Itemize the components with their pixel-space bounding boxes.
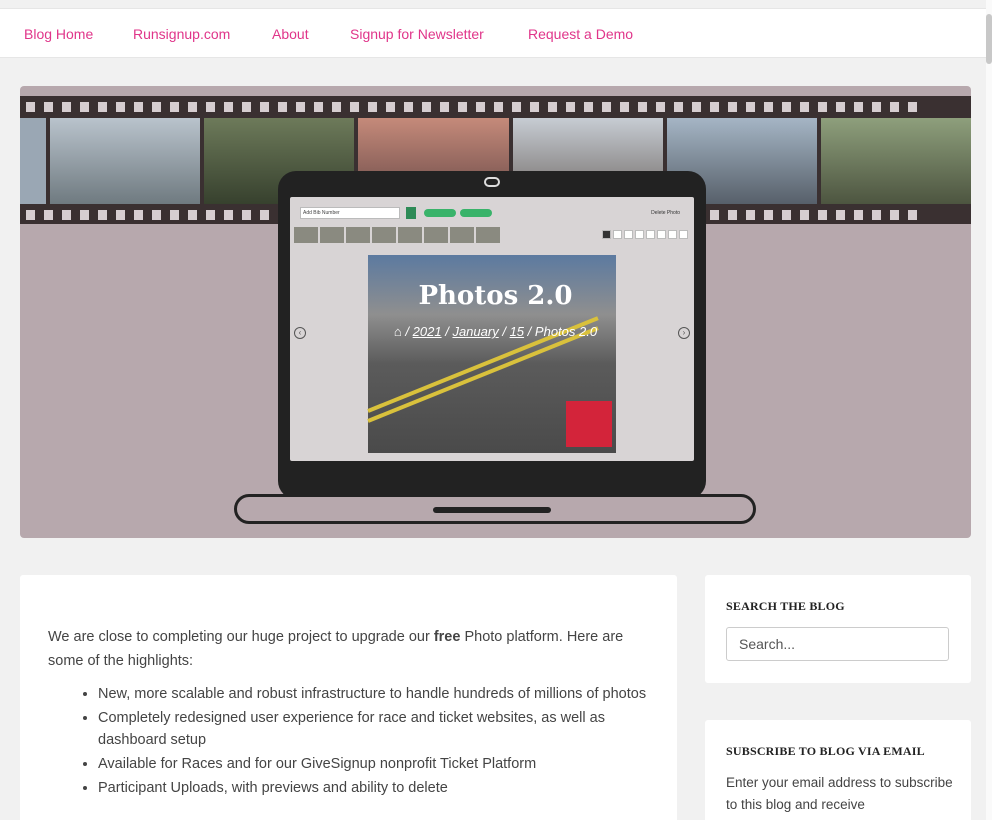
top-navigation: Blog Home Runsignup.com About Signup for… [0,8,986,58]
scrollbar-track[interactable] [986,0,992,820]
nav-about[interactable]: About [272,26,309,42]
list-item: Completely redesigned user experience fo… [98,707,658,751]
film-holes-top [20,100,971,114]
search-input[interactable] [726,627,949,661]
home-icon[interactable]: ⌂ [394,324,402,339]
subscribe-widget-title: SUBSCRIBE TO BLOG VIA EMAIL [726,744,925,758]
hero-banner: Add Bib Number Delete Photo ‹ › Photos 2… [20,86,971,538]
delete-photo-label: Delete Photo [651,210,680,216]
breadcrumb-month[interactable]: January [452,324,498,339]
nav-signup-newsletter[interactable]: Signup for Newsletter [350,26,484,42]
nav-runsignup[interactable]: Runsignup.com [133,26,230,42]
bib-number-field: Add Bib Number [300,207,400,219]
search-widget-title: SEARCH THE BLOG [726,599,845,613]
race-logo [566,401,612,447]
article-content: We are close to completing our huge proj… [20,575,677,820]
nav-blog-home[interactable]: Blog Home [24,26,93,42]
nav-request-demo[interactable]: Request a Demo [528,26,633,42]
search-widget: SEARCH THE BLOG [705,575,971,683]
list-item: Available for Races and for our GiveSign… [98,753,658,775]
list-item: Participant Uploads, with previews and a… [98,777,658,799]
subscribe-text: Enter your email address to subscribe to… [726,775,953,812]
breadcrumb-current: Photos 2.0 [534,324,598,339]
highlights-list: New, more scalable and robust infrastruc… [98,683,658,801]
breadcrumb-year[interactable]: 2021 [413,324,442,339]
add-bib-button [406,207,416,219]
bib-chip [460,209,492,217]
scrollbar-thumb[interactable] [986,14,992,64]
list-item: New, more scalable and robust infrastruc… [98,683,658,705]
breadcrumb: ⌂ / 2021 / January / 15 / Photos 2.0 [393,324,598,339]
photo-thumbnails [294,227,500,243]
subscribe-widget: SUBSCRIBE TO BLOG VIA EMAIL Enter your e… [705,720,971,820]
laptop-base [234,494,756,524]
breadcrumb-day[interactable]: 15 [510,324,524,339]
bib-chip [424,209,456,217]
screen-pager [602,230,688,239]
page-title: Photos 2.0 [418,281,573,311]
laptop-camera [484,177,500,187]
article-intro: We are close to completing our huge proj… [48,629,624,669]
